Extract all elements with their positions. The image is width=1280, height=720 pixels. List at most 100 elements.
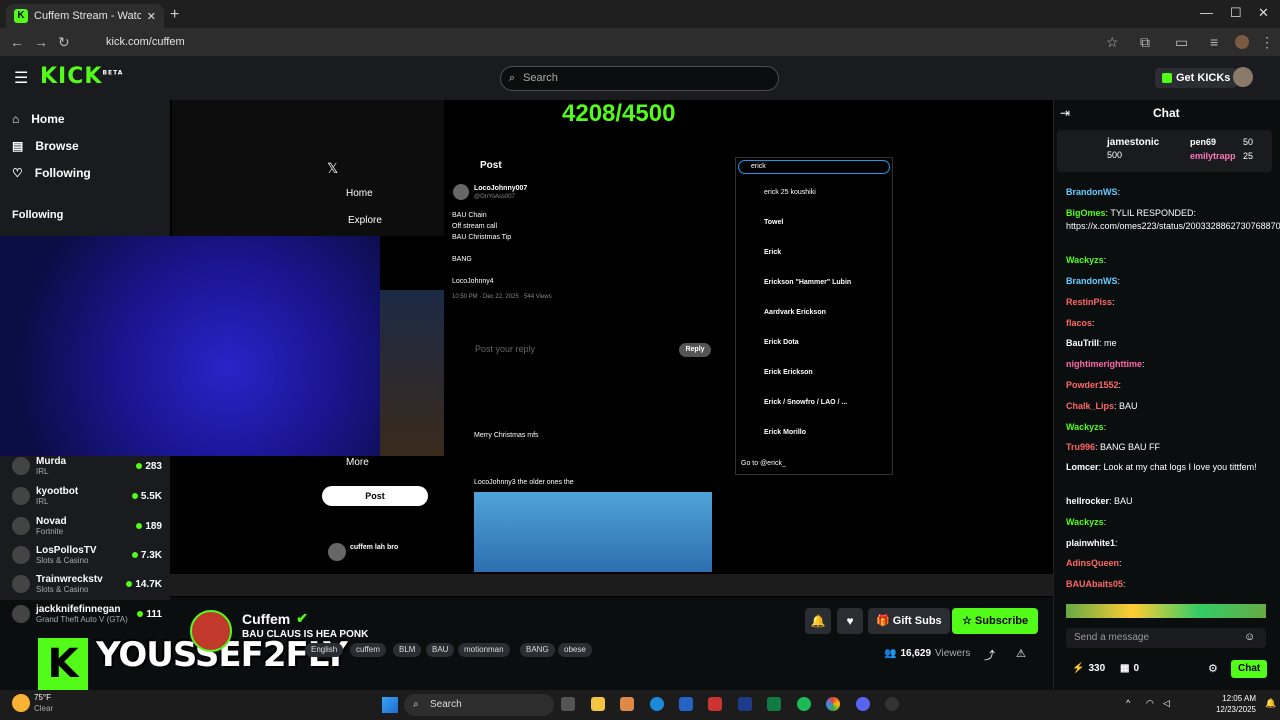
- followed-channel[interactable]: Trainwreckstv Slots & Casino 14.7K: [12, 570, 162, 598]
- nav-home[interactable]: ⌂ Home: [12, 112, 65, 126]
- verified-icon: ✔: [296, 610, 308, 626]
- profile-avatar[interactable]: [1235, 35, 1249, 49]
- weather-icon[interactable]: [12, 694, 30, 712]
- extensions-icon[interactable]: ⧉: [1140, 34, 1150, 51]
- christmas-tree-image: [380, 290, 444, 456]
- points-display[interactable]: ⚡ 330: [1072, 663, 1105, 674]
- store-icon: ▦: [1120, 663, 1130, 674]
- x-nav-home: Home: [346, 188, 373, 199]
- edge-icon[interactable]: [650, 697, 664, 711]
- gift-subs-button[interactable]: 🎁 Gift Subs: [868, 608, 950, 634]
- tag[interactable]: cuffem: [350, 643, 386, 657]
- maximize-icon[interactable]: ☐: [1230, 5, 1242, 21]
- task-view-icon[interactable]: [561, 697, 575, 711]
- share-icon[interactable]: ⤴: [984, 647, 995, 663]
- report-icon[interactable]: ⚠: [1016, 647, 1026, 660]
- bookmark-star-icon[interactable]: ☆: [1106, 34, 1119, 51]
- subscribe-button[interactable]: ☆ Subscribe: [952, 608, 1039, 634]
- followed-channel[interactable]: LosPollosTV Slots & Casino 7.3K: [12, 541, 162, 569]
- app-l-icon[interactable]: [738, 697, 752, 711]
- tag[interactable]: BANG: [520, 643, 555, 657]
- tag[interactable]: motionman: [458, 643, 510, 657]
- user-avatar[interactable]: [1233, 67, 1253, 87]
- file-explorer-icon[interactable]: [591, 697, 605, 711]
- x-profile-name: cuffem lah bro: [350, 544, 399, 551]
- emote-bar[interactable]: [1066, 604, 1266, 618]
- collapse-chat-icon[interactable]: ⇥: [1060, 106, 1070, 120]
- search-input[interactable]: ⌕ Search: [500, 66, 779, 91]
- chat-message: plainwhite1:: [1066, 538, 1118, 548]
- settings-gear-icon[interactable]: ⚙: [1208, 662, 1218, 675]
- hamburger-icon[interactable]: ☰: [14, 68, 28, 88]
- viewer-count: 👥 16,629 Viewers: [884, 648, 971, 659]
- chat-message: Wackyzs:: [1066, 517, 1107, 527]
- discord-icon[interactable]: [856, 697, 870, 711]
- menu-icon[interactable]: ⋮: [1260, 34, 1274, 51]
- x-nav-more: More: [346, 457, 369, 468]
- copilot-icon[interactable]: [620, 697, 634, 711]
- kick-favicon-icon: K: [14, 9, 28, 23]
- minimize-icon[interactable]: —: [1200, 5, 1213, 20]
- heart-icon: ♡: [12, 166, 23, 180]
- windows-start-icon[interactable]: [382, 697, 398, 713]
- tag[interactable]: English: [305, 643, 344, 657]
- kick-logo[interactable]: KICKBETA: [40, 64, 123, 89]
- emoji-icon[interactable]: ☺: [1244, 631, 1255, 643]
- followed-channel[interactable]: Novad Fortnite 189: [12, 512, 162, 540]
- tag[interactable]: BAU: [426, 643, 455, 657]
- excel-icon[interactable]: [767, 697, 781, 711]
- clock-time: 12:05 AM: [1222, 694, 1256, 703]
- chat-message: RestinPiss:: [1066, 297, 1115, 307]
- avatar: [12, 517, 30, 535]
- taskbar-search[interactable]: ⌕ Search: [404, 694, 554, 716]
- avatar: [12, 487, 30, 505]
- close-window-icon[interactable]: ✕: [1258, 5, 1269, 21]
- volume-icon[interactable]: ◁: [1163, 698, 1170, 709]
- close-tab-icon[interactable]: ✕: [147, 10, 156, 23]
- back-icon[interactable]: ←: [10, 34, 24, 50]
- spotify-icon[interactable]: [797, 697, 811, 711]
- chrome-icon[interactable]: [826, 697, 840, 711]
- avatar: [453, 184, 469, 200]
- notification-bell-button[interactable]: 🔔: [805, 608, 831, 634]
- tag[interactable]: obese: [558, 643, 592, 657]
- weather-temp: 75°F: [34, 693, 51, 702]
- forward-icon[interactable]: →: [34, 34, 48, 50]
- wifi-icon[interactable]: ◠: [1146, 698, 1154, 709]
- streamer-avatar[interactable]: [190, 610, 232, 652]
- overlay-chat-log: [172, 100, 444, 236]
- tray-chevron-icon[interactable]: ^: [1126, 698, 1130, 708]
- browser-tab-bar: [0, 0, 1280, 28]
- followed-channel[interactable]: kyootbot IRL 5.5K: [12, 482, 162, 510]
- get-kicks-button[interactable]: Get KICKs: [1155, 68, 1238, 88]
- avatar: [12, 575, 30, 593]
- reload-icon[interactable]: ↻: [58, 34, 70, 51]
- store-count[interactable]: ▦ 0: [1120, 663, 1139, 674]
- send-chat-button[interactable]: Chat: [1231, 660, 1268, 678]
- gift-icon: 🎁: [876, 615, 893, 627]
- kick-k-badge: K: [38, 638, 88, 690]
- mcafee-icon[interactable]: [708, 697, 722, 711]
- obs-icon[interactable]: [885, 697, 899, 711]
- search-icon: ⌕: [413, 699, 419, 710]
- new-tab-button[interactable]: +: [170, 6, 179, 24]
- followed-channel[interactable]: Murda IRL 283: [12, 452, 162, 480]
- notification-icon[interactable]: 🔔: [1265, 698, 1276, 709]
- url-field[interactable]: kick.com/cuffem: [82, 32, 1132, 52]
- browser-tab[interactable]: K Cuffem Stream - Watch Live ✕: [6, 4, 164, 28]
- store-app-icon[interactable]: [679, 697, 693, 711]
- follow-heart-button[interactable]: ♥: [837, 608, 863, 634]
- sidebar-icon[interactable]: ▭: [1175, 34, 1188, 51]
- x-post-panel: Post LocoJohnny007 @OnYoAss007 BAU Chain…: [445, 154, 717, 574]
- chat-message: flacos:: [1066, 318, 1095, 328]
- nav-following[interactable]: ♡ Following: [12, 166, 91, 180]
- chat-input[interactable]: Send a message: [1066, 628, 1266, 648]
- stream-title: BAU CLAUS IS HEA PONK: [242, 629, 369, 640]
- followed-channel[interactable]: jackknifefinnegan Grand Theft Auto V (GTA…: [12, 600, 162, 628]
- tag[interactable]: BLM: [393, 643, 422, 657]
- tab-title: Cuffem Stream - Watch Live: [34, 10, 141, 22]
- streamer-name[interactable]: Cuffem ✔: [242, 610, 308, 627]
- x-profile-avatar: [328, 543, 346, 561]
- tab-search-icon[interactable]: ≡: [1210, 34, 1218, 50]
- nav-browse[interactable]: ▤ Browse: [12, 139, 79, 153]
